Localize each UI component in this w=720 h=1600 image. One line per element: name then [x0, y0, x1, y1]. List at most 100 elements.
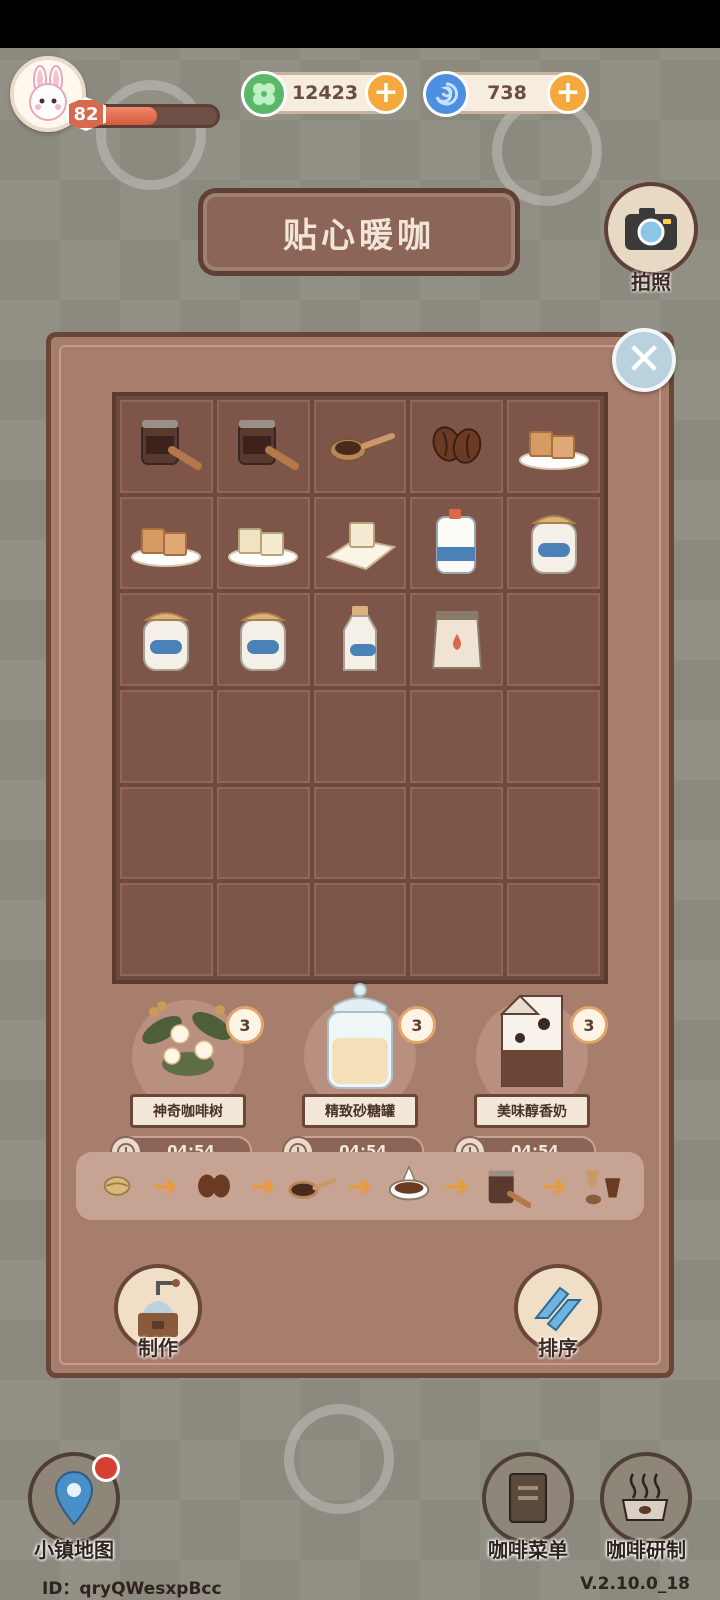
merge-chain-strip: ➔ ➔ ➔ ➔ ➔: [76, 1152, 644, 1220]
shop-title: 贴心暖咖: [283, 215, 435, 256]
milk-bottle-icon: [322, 600, 398, 680]
coffee-menu-button[interactable]: [482, 1452, 574, 1544]
inventory-grid: [112, 392, 608, 984]
coffee-bean-raw-icon: [91, 1160, 143, 1212]
map-pin-icon: [54, 1470, 94, 1526]
inventory-slot-empty[interactable]: [216, 689, 310, 783]
generator-coffee-tree[interactable]: 3 神奇咖啡树 04:54: [110, 1000, 264, 1168]
coffee-tree-icon: [142, 1001, 232, 1076]
sort-icon: [533, 1286, 583, 1332]
inventory-slot-sugar-cubes-brown[interactable]: [507, 400, 600, 493]
inventory-slot-coffee-scoop[interactable]: [313, 400, 407, 493]
milk-jar-icon: [516, 503, 592, 583]
camera-icon: [625, 208, 677, 250]
coffee-scoop-icon: [322, 406, 398, 486]
generator-milk-carton[interactable]: 3 美味醇香奶 04:54: [454, 994, 608, 1168]
milk-carton-icon: [499, 994, 563, 1087]
coffee-scoop-icon: [285, 1160, 337, 1212]
inventory-slot-moka-pot[interactable]: [216, 400, 310, 493]
milk-jug-icon: [419, 503, 495, 583]
camera-label: 拍照: [631, 270, 671, 294]
sugar-cubes-brown-icon: [128, 503, 204, 583]
inventory-slot-empty[interactable]: [120, 883, 213, 976]
inventory-slot-empty[interactable]: [410, 786, 504, 880]
inventory-slot-empty[interactable]: [410, 689, 504, 783]
inventory-slot-milk-jar[interactable]: [507, 496, 600, 590]
generator-count-badge: 3: [570, 1006, 608, 1044]
camera-button[interactable]: [604, 182, 698, 276]
inventory-slot-empty[interactable]: [507, 786, 600, 880]
inventory-slot-milk-jar[interactable]: [120, 593, 213, 686]
coffee-research-label: 咖啡研制: [606, 1538, 686, 1562]
shop-title-plaque: 贴心暖咖: [198, 188, 520, 276]
clover-icon: [241, 71, 287, 117]
inventory-slot-empty[interactable]: [507, 689, 600, 783]
add-clover-button[interactable]: +: [365, 72, 407, 114]
sugar-jar-icon: [327, 983, 393, 1089]
app-version: V.2.10.0_18: [580, 1574, 690, 1594]
inventory-slot-empty[interactable]: [120, 689, 213, 783]
town-map-label: 小镇地图: [34, 1538, 114, 1562]
generator-label: 精致砂糖罐: [302, 1094, 418, 1128]
inventory-slot-sugar-cubes-white[interactable]: [216, 496, 310, 590]
bg-sun-decoration: [284, 1404, 394, 1514]
clover-currency: 12423 +: [241, 71, 407, 117]
coffee-menu-label: 咖啡菜单: [488, 1538, 568, 1562]
bg-sun-decoration: [96, 80, 206, 190]
coffee-research-button[interactable]: [600, 1452, 692, 1544]
inventory-slot-milk-jar[interactable]: [216, 593, 310, 686]
sugar-cubes-white-icon: [225, 503, 301, 583]
arrow-right-icon: ➔: [541, 1168, 567, 1204]
inventory-slot-empty[interactable]: [313, 883, 407, 976]
inventory-slot-empty[interactable]: [216, 786, 310, 880]
menu-book-icon: [509, 1473, 547, 1523]
inventory-slot-empty[interactable]: [313, 786, 407, 880]
arrow-right-icon: ➔: [347, 1168, 373, 1204]
generator-count-badge: 3: [398, 1006, 436, 1044]
player-id: ID：qryQWesxpBcc: [42, 1579, 222, 1599]
swirl-currency: 738 +: [423, 71, 589, 117]
craft-label: 制作: [138, 1336, 178, 1360]
generator-sugar-jar[interactable]: 3 精致砂糖罐 04:54: [282, 983, 436, 1168]
coffee-beans-roasted-icon: [188, 1160, 240, 1212]
milk-pouch-icon: [419, 600, 495, 680]
sort-label: 排序: [538, 1336, 578, 1360]
inventory-slot-empty[interactable]: [313, 689, 407, 783]
inventory-slot-moka-pot[interactable]: [120, 400, 213, 493]
arrow-right-icon: ➔: [153, 1168, 179, 1204]
milk-jar-icon: [128, 600, 204, 680]
generator-count-badge: 3: [226, 1006, 264, 1044]
generator-label: 美味醇香奶: [474, 1094, 590, 1128]
inventory-slot-empty[interactable]: [410, 883, 504, 976]
coffee-beans-icon: [419, 406, 495, 486]
coffee-cup-icon: [383, 1160, 435, 1212]
inventory-slot-milk-bottle[interactable]: [313, 593, 407, 686]
notification-dot: [92, 1454, 120, 1482]
coffee-cup-icon: [621, 1473, 669, 1521]
town-map-button[interactable]: [28, 1452, 120, 1544]
moka-pot-icon: [225, 406, 301, 486]
add-swirl-button[interactable]: +: [547, 72, 589, 114]
close-icon: ✕: [625, 334, 663, 385]
generator-label: 神奇咖啡树: [130, 1094, 246, 1128]
close-button[interactable]: ✕: [612, 328, 676, 392]
arrow-right-icon: ➔: [250, 1168, 276, 1204]
status-bar: [0, 0, 720, 48]
moka-pot-icon: [128, 406, 204, 486]
inventory-slot-empty[interactable]: [507, 593, 600, 686]
coffee-capsules-icon: [577, 1160, 629, 1212]
inventory-slot-empty[interactable]: [216, 883, 310, 976]
inventory-slot-milk-jug[interactable]: [410, 496, 504, 590]
arrow-right-icon: ➔: [444, 1168, 470, 1204]
inventory-slot-sugar-cubes-brown[interactable]: [120, 496, 213, 590]
sugar-cubes-brown-icon: [516, 406, 592, 486]
inventory-slot-sugar-cube-single[interactable]: [313, 496, 407, 590]
inventory-slot-coffee-beans[interactable]: [410, 400, 504, 493]
blue-swirl-icon: [423, 71, 469, 117]
moka-pot-icon: [480, 1160, 532, 1212]
sugar-cube-single-icon: [322, 503, 398, 583]
milk-jar-icon: [225, 600, 301, 680]
inventory-slot-milk-pouch[interactable]: [410, 593, 504, 686]
inventory-slot-empty[interactable]: [507, 883, 600, 976]
inventory-slot-empty[interactable]: [120, 786, 213, 880]
